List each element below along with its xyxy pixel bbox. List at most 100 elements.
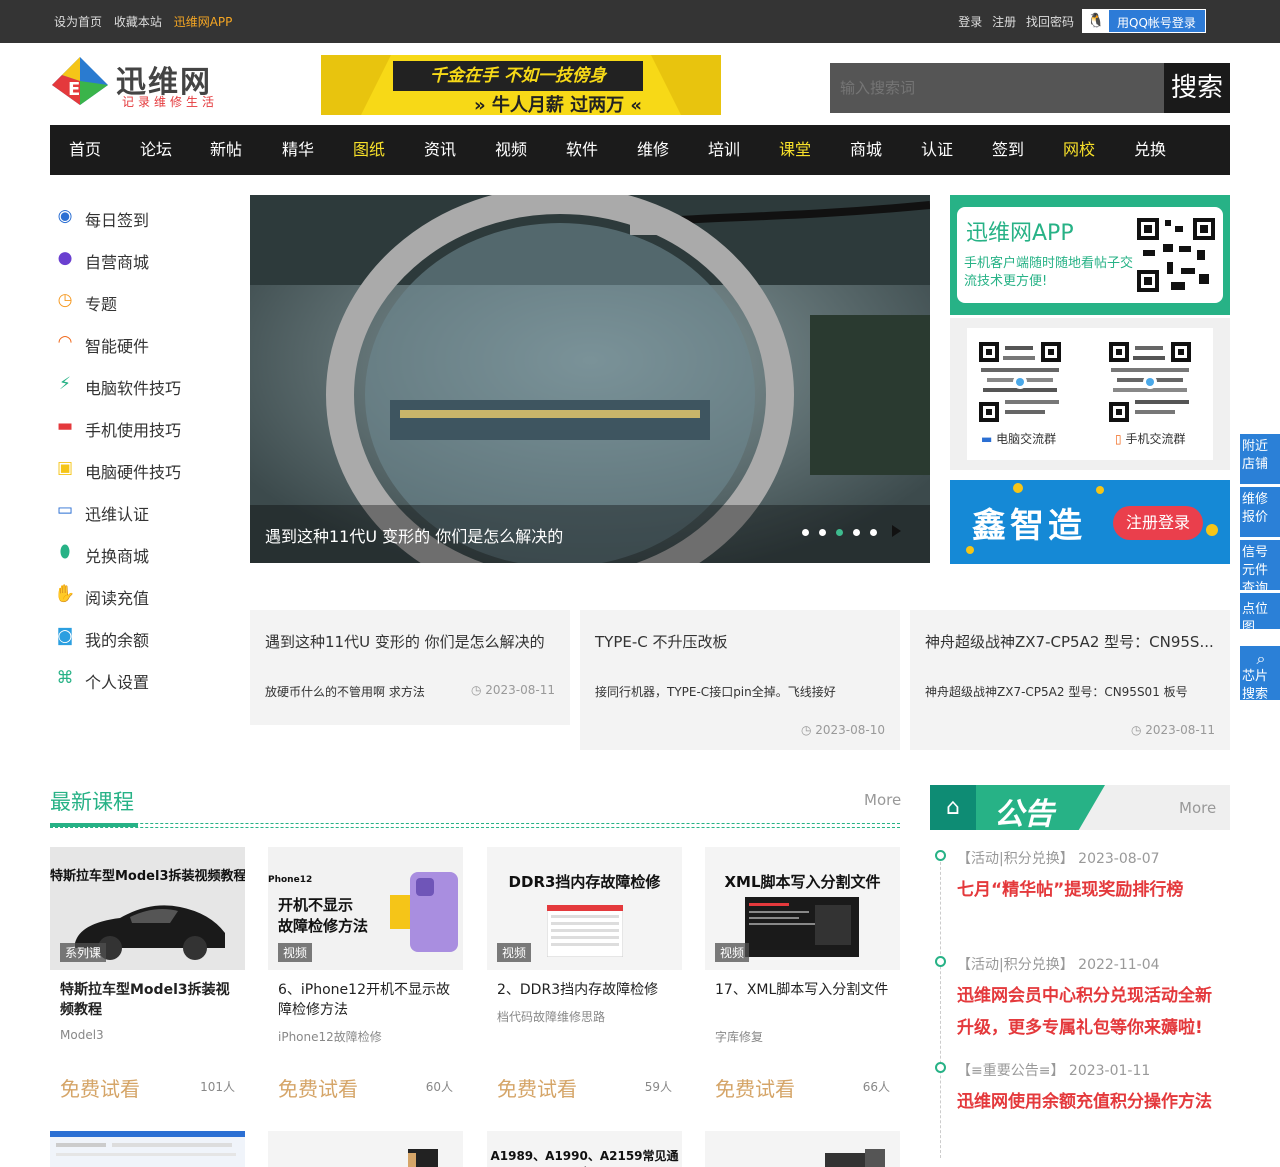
sidebar-item-smart-hardware[interactable]: ◠ 智能硬件 bbox=[50, 329, 240, 359]
post-card-date-text: 2023-08-10 bbox=[815, 723, 885, 737]
headphone-icon: ◠ bbox=[57, 332, 73, 352]
ad-banner[interactable]: 千金在手 不如一技傍身 » 牛人月薪 过两万 « bbox=[321, 55, 721, 115]
tool-thumb bbox=[825, 1149, 885, 1167]
sidebar-item-balance[interactable]: ◙ 我的余额 bbox=[50, 623, 240, 653]
nav-forum[interactable]: 论坛 bbox=[140, 125, 172, 175]
post-card[interactable]: TYPE-C 不升压改板 接同行机器，TYPE-C接口pin全掉。飞线接好 ◷ … bbox=[580, 610, 900, 750]
course-subtitle: 字库修复 bbox=[715, 1030, 764, 1044]
sidebar-item-label: 个人设置 bbox=[85, 673, 150, 692]
course-title[interactable]: 2、DDR3挡内存故障检修 bbox=[497, 980, 677, 1000]
post-card[interactable]: 神舟超级战神ZX7-CP5A2 型号：CN95S... 神舟超级战神ZX7-CP… bbox=[910, 610, 1230, 750]
course-tag: 系列课 bbox=[60, 943, 107, 962]
float-tab-label: 芯片搜索 bbox=[1242, 669, 1269, 702]
course-tag: 视频 bbox=[715, 943, 750, 962]
course-free-trial[interactable]: 免费试看 bbox=[497, 1073, 577, 1102]
site-logo[interactable]: E 迅维网 记录维修生活 bbox=[50, 55, 220, 115]
pc-group-qr-icon[interactable] bbox=[977, 340, 1063, 424]
course-thumbnail[interactable]: XML脚本写入分割文件 视频 bbox=[705, 847, 900, 970]
sidebar-item-phone-tips[interactable]: ▬ 手机使用技巧 bbox=[50, 413, 240, 443]
course-card-partial[interactable] bbox=[50, 1131, 245, 1167]
course-free-trial[interactable]: 免费试看 bbox=[60, 1073, 140, 1102]
float-tab-repair-quote[interactable]: 维修报价 bbox=[1240, 487, 1280, 537]
nav-training[interactable]: 培训 bbox=[708, 125, 740, 175]
post-card-title[interactable]: TYPE-C 不升压改板 bbox=[595, 631, 728, 652]
course-card-partial[interactable]: A1989、A1990、A2159常见通病 bbox=[487, 1131, 682, 1167]
phone-group-qr-icon[interactable] bbox=[1107, 340, 1193, 424]
promo-register-button[interactable]: 注册登录 bbox=[1113, 506, 1203, 540]
app-desc: 手机客户端随时随地看帖子交流技术更方便! bbox=[964, 256, 1134, 289]
sidebar-item-settings[interactable]: ⌘ 个人设置 bbox=[50, 665, 240, 695]
courses-more-link[interactable]: More bbox=[864, 791, 901, 809]
search-input[interactable] bbox=[830, 63, 1164, 113]
carousel-dot[interactable] bbox=[802, 529, 809, 536]
sidebar-item-topics[interactable]: ◷ 专题 bbox=[50, 287, 240, 317]
watch-icon: ◷ bbox=[57, 290, 73, 310]
course-thumbnail[interactable]: 特斯拉车型Model3拆装视频教程 系列课 bbox=[50, 847, 245, 970]
sidebar-item-pc-hardware[interactable]: ▣ 电脑硬件技巧 bbox=[50, 455, 240, 485]
course-title[interactable]: 特斯拉车型Model3拆装视频教程 bbox=[60, 980, 240, 1020]
nav-news[interactable]: 资讯 bbox=[424, 125, 456, 175]
set-homepage-link[interactable]: 设为首页 bbox=[54, 15, 102, 29]
app-download-box[interactable]: 迅维网APP 手机客户端随时随地看帖子交流技术更方便! bbox=[950, 195, 1230, 315]
sidebar-item-reading-recharge[interactable]: ✋ 阅读充值 bbox=[50, 581, 240, 611]
terminal-image bbox=[745, 897, 859, 957]
search-button[interactable]: 搜索 bbox=[1164, 63, 1230, 113]
float-tab-nearby-shops[interactable]: 附近店铺 bbox=[1240, 434, 1280, 484]
nav-classroom[interactable]: 课堂 bbox=[779, 125, 811, 175]
notice-title: 公告 bbox=[994, 797, 1054, 832]
course-thumbnail[interactable]: DDR3挡内存故障检修 视频 bbox=[487, 847, 682, 970]
nav-video[interactable]: 视频 bbox=[495, 125, 527, 175]
promo-banner[interactable]: 鑫智造 注册登录 bbox=[950, 480, 1230, 564]
float-tab-pinout[interactable]: 点位图 bbox=[1240, 593, 1280, 635]
nav-certification[interactable]: 认证 bbox=[921, 125, 953, 175]
float-tab-signal-lookup[interactable]: 信号元件查询 bbox=[1240, 540, 1280, 596]
nav-exchange[interactable]: 兑换 bbox=[1134, 125, 1166, 175]
nav-new-posts[interactable]: 新帖 bbox=[210, 125, 242, 175]
notice-headline[interactable]: 七月“精华帖”提现奖励排行榜 bbox=[957, 874, 1227, 906]
carousel-dot[interactable] bbox=[819, 529, 826, 536]
qq-login-button[interactable]: 🐧 用QQ帐号登录 bbox=[1082, 9, 1206, 33]
app-link[interactable]: 迅维网APP bbox=[174, 15, 233, 29]
courses-section-title: 最新课程 bbox=[50, 790, 134, 814]
post-card-title[interactable]: 遇到这种11代U 变形的 你们是怎么解决的 bbox=[265, 631, 545, 652]
carousel-dot[interactable] bbox=[870, 529, 877, 536]
course-free-trial[interactable]: 免费试看 bbox=[715, 1073, 795, 1102]
course-card-partial[interactable] bbox=[705, 1131, 900, 1167]
post-card-title[interactable]: 神舟超级战神ZX7-CP5A2 型号：CN95S... bbox=[925, 631, 1214, 652]
notice-more-link[interactable]: More bbox=[1179, 799, 1216, 817]
notice-headline[interactable]: 迅维网使用余额充值积分操作方法 bbox=[957, 1086, 1227, 1118]
bookmark-link[interactable]: 收藏本站 bbox=[114, 15, 162, 29]
register-link[interactable]: 注册 bbox=[992, 15, 1016, 29]
course-title[interactable]: 6、iPhone12开机不显示故障检修方法 bbox=[278, 980, 458, 1020]
carousel-dot[interactable] bbox=[853, 529, 860, 536]
float-tab-chip-search[interactable]: ⌕ 芯片搜索 bbox=[1240, 646, 1280, 702]
play-icon[interactable] bbox=[892, 525, 901, 537]
sidebar-item-certification[interactable]: ▭ 迅维认证 bbox=[50, 497, 240, 527]
phone-group-label[interactable]: ▯ 手机交流群 bbox=[1115, 430, 1185, 447]
hero-caption[interactable]: 遇到这种11代U 变形的 你们是怎么解决的 bbox=[265, 523, 563, 547]
course-card-partial[interactable] bbox=[268, 1131, 463, 1167]
forgot-password-link[interactable]: 找回密码 bbox=[1026, 15, 1074, 29]
nav-checkin[interactable]: 签到 bbox=[992, 125, 1024, 175]
nav-featured[interactable]: 精华 bbox=[282, 125, 314, 175]
nav-online-school[interactable]: 网校 bbox=[1063, 125, 1095, 175]
carousel-dot-active[interactable] bbox=[836, 529, 843, 536]
sidebar-item-shop[interactable]: ● 自营商城 bbox=[50, 245, 240, 275]
nav-home[interactable]: 首页 bbox=[69, 125, 101, 175]
home-icon[interactable]: ⌂ bbox=[930, 785, 976, 830]
post-card[interactable]: 遇到这种11代U 变形的 你们是怎么解决的 放硬币什么的不管用啊 求方法 ◷ 2… bbox=[250, 610, 570, 725]
nav-drawings[interactable]: 图纸 bbox=[353, 125, 385, 175]
nav-software[interactable]: 软件 bbox=[566, 125, 598, 175]
nav-repair[interactable]: 维修 bbox=[637, 125, 669, 175]
notice-headline[interactable]: 迅维网会员中心积分兑现活动全新升级，更多专属礼包等你来薅啦! bbox=[957, 980, 1227, 1044]
course-title[interactable]: 17、XML脚本写入分割文件 bbox=[715, 980, 895, 1000]
course-free-trial[interactable]: 免费试看 bbox=[278, 1073, 358, 1102]
sidebar-item-pc-software[interactable]: ⚡ 电脑软件技巧 bbox=[50, 371, 240, 401]
hero-carousel[interactable]: 遇到这种11代U 变形的 你们是怎么解决的 bbox=[250, 195, 930, 563]
sidebar-item-exchange-mall[interactable]: ⬮ 兑换商城 bbox=[50, 539, 240, 569]
nav-mall[interactable]: 商城 bbox=[850, 125, 882, 175]
sidebar-item-checkin[interactable]: ◉ 每日签到 bbox=[50, 203, 240, 233]
pc-group-label[interactable]: ▬ 电脑交流群 bbox=[981, 430, 1056, 447]
login-link[interactable]: 登录 bbox=[958, 15, 982, 29]
course-thumbnail[interactable]: Phone12 开机不显示 故障检修方法 视频 bbox=[268, 847, 463, 970]
